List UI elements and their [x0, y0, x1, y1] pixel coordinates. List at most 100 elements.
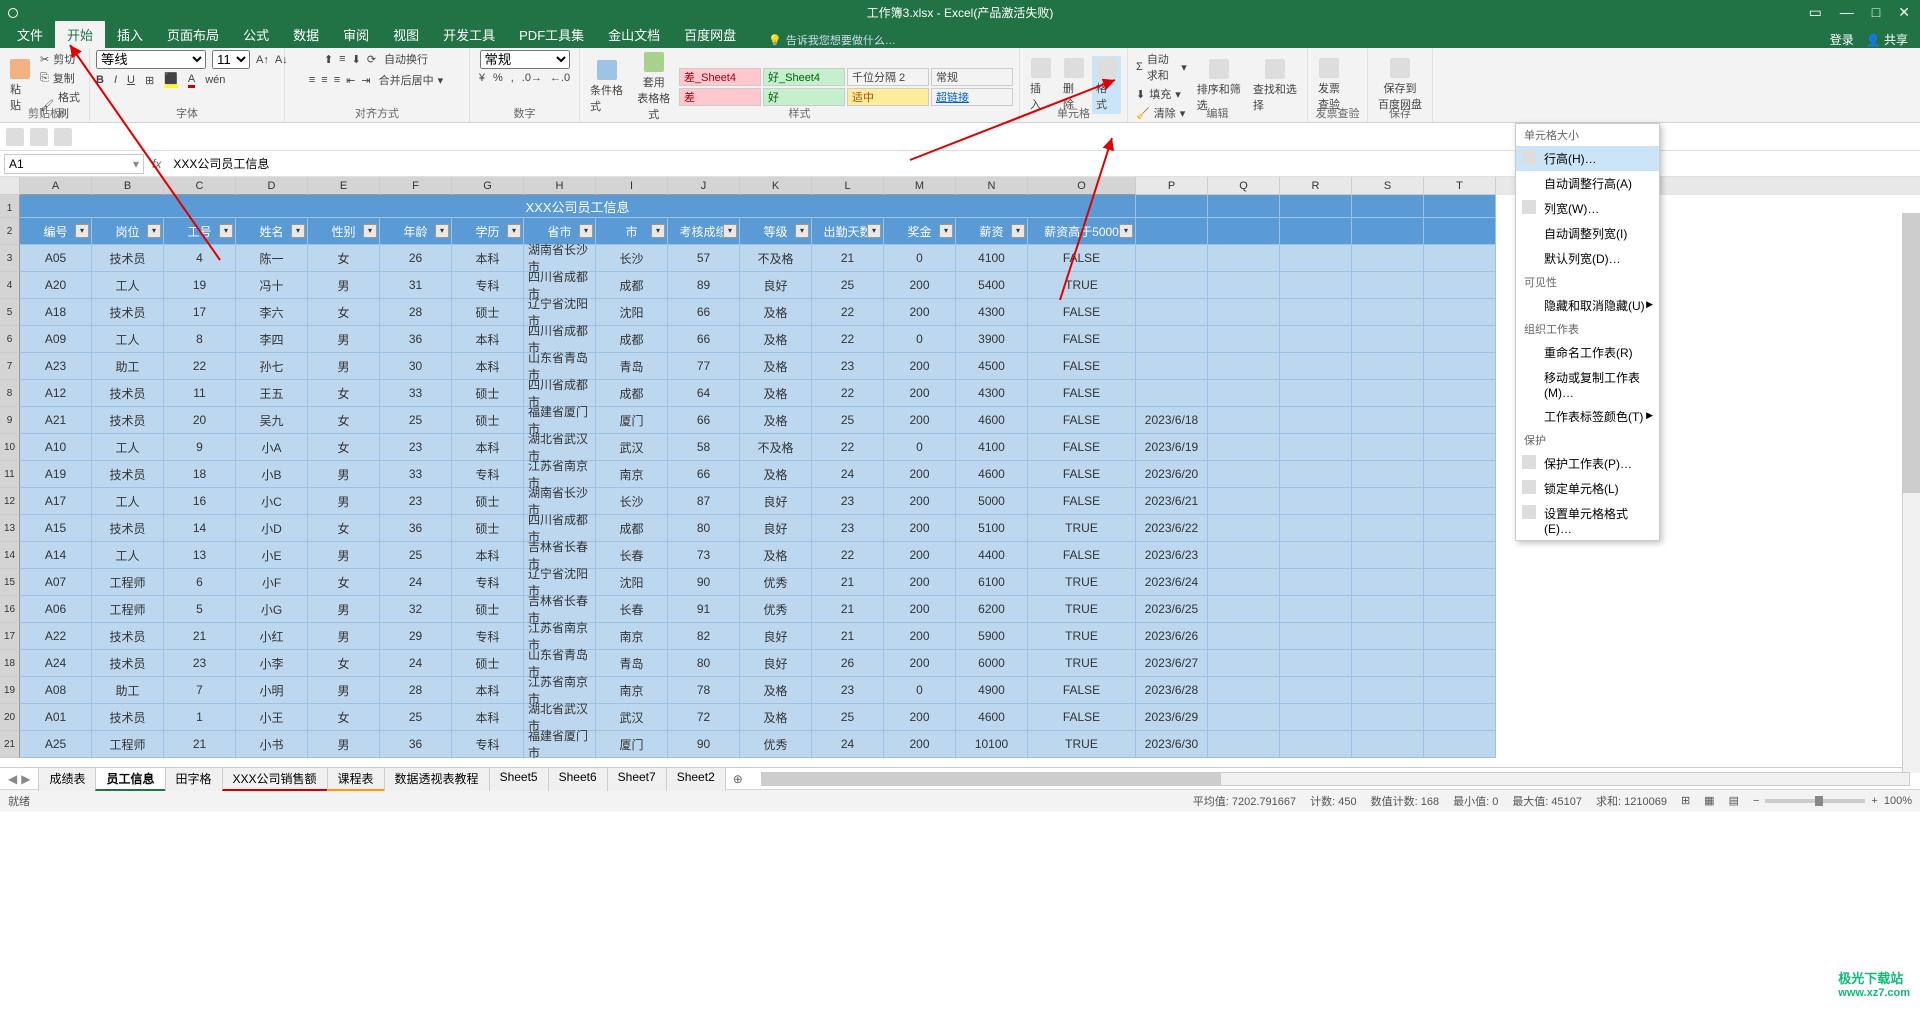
italic-button[interactable]: I [114, 74, 117, 86]
data-cell[interactable]: 23 [812, 353, 884, 380]
data-cell[interactable]: 专科 [452, 569, 524, 596]
data-cell[interactable]: 女 [308, 380, 380, 407]
data-cell[interactable]: 9 [164, 434, 236, 461]
sheet-tab[interactable]: Sheet2 [666, 767, 726, 791]
data-cell[interactable]: 南京 [596, 461, 668, 488]
data-cell[interactable]: 2023/6/26 [1136, 623, 1208, 650]
data-cell[interactable]: A10 [20, 434, 92, 461]
data-cell[interactable]: 女 [308, 515, 380, 542]
data-cell[interactable]: 男 [308, 542, 380, 569]
data-cell[interactable]: 4600 [956, 704, 1028, 731]
data-cell[interactable]: 男 [308, 272, 380, 299]
data-cell[interactable]: 本科 [452, 542, 524, 569]
data-cell[interactable]: A15 [20, 515, 92, 542]
copy-button[interactable]: ⎘复制 [38, 69, 83, 87]
filter-button[interactable]: ▾ [219, 224, 233, 238]
number-format-select[interactable]: 常规 [480, 50, 570, 69]
align-right-icon[interactable]: ≡ [334, 74, 340, 86]
view-break-icon[interactable]: ▤ [1729, 794, 1739, 807]
share-button[interactable]: 👤 共享 [1866, 31, 1908, 48]
format-cells-item[interactable]: 设置单元格格式(E)… [1516, 501, 1659, 540]
col-header-E[interactable]: E [308, 177, 380, 195]
data-cell[interactable]: A01 [20, 704, 92, 731]
data-cell[interactable]: 男 [308, 623, 380, 650]
data-cell[interactable]: 男 [308, 353, 380, 380]
data-cell[interactable]: 青岛 [596, 650, 668, 677]
data-cell[interactable]: 南京 [596, 677, 668, 704]
data-cell[interactable]: 2023/6/23 [1136, 542, 1208, 569]
data-cell[interactable]: 小C [236, 488, 308, 515]
data-cell[interactable]: 工人 [92, 326, 164, 353]
currency-icon[interactable]: ¥ [479, 72, 485, 84]
data-cell[interactable]: 4600 [956, 461, 1028, 488]
row-header[interactable]: 21 [0, 731, 20, 758]
filter-button[interactable]: ▾ [867, 224, 881, 238]
maximize-icon[interactable]: □ [1872, 4, 1880, 21]
data-cell[interactable]: A18 [20, 299, 92, 326]
data-cell[interactable]: 57 [668, 245, 740, 272]
sheet-tab[interactable]: 成绩表 [38, 767, 96, 791]
header-cell[interactable]: 奖金▾ [884, 218, 956, 245]
sheet-tab[interactable]: Sheet7 [607, 767, 667, 791]
row-header-2[interactable]: 2 [0, 218, 20, 245]
data-cell[interactable]: 77 [668, 353, 740, 380]
data-cell[interactable]: A24 [20, 650, 92, 677]
data-cell[interactable]: 2023/6/28 [1136, 677, 1208, 704]
menu-tab-6[interactable]: 审阅 [331, 21, 381, 48]
filter-button[interactable]: ▾ [651, 224, 665, 238]
data-cell[interactable]: TRUE [1028, 623, 1136, 650]
row-header[interactable]: 4 [0, 272, 20, 299]
data-cell[interactable]: 4300 [956, 299, 1028, 326]
data-cell[interactable]: 30 [380, 353, 452, 380]
filter-button[interactable]: ▾ [291, 224, 305, 238]
col-header-F[interactable]: F [380, 177, 452, 195]
header-cell[interactable]: 姓名▾ [236, 218, 308, 245]
data-cell[interactable]: 200 [884, 731, 956, 758]
auto-col-width-item[interactable]: 自动调整列宽(I) [1516, 221, 1659, 246]
zoom-out-button[interactable]: − [1753, 795, 1759, 807]
col-header-C[interactable]: C [164, 177, 236, 195]
data-cell[interactable]: A14 [20, 542, 92, 569]
cut-button[interactable]: ✂剪切 [38, 50, 83, 68]
phonetic-button[interactable]: wén [205, 74, 225, 86]
data-cell[interactable]: 200 [884, 380, 956, 407]
data-cell[interactable]: 男 [308, 326, 380, 353]
data-cell[interactable]: 硕士 [452, 407, 524, 434]
data-cell[interactable]: FALSE [1028, 461, 1136, 488]
filter-button[interactable]: ▾ [795, 224, 809, 238]
data-cell[interactable]: 本科 [452, 704, 524, 731]
data-cell[interactable]: 26 [812, 650, 884, 677]
data-cell[interactable]: 良好 [740, 272, 812, 299]
data-cell[interactable]: 沈阳 [596, 569, 668, 596]
move-copy-sheet-item[interactable]: 移动或复制工作表(M)… [1516, 365, 1659, 404]
data-cell[interactable]: 24 [812, 461, 884, 488]
data-cell[interactable]: 21 [812, 569, 884, 596]
col-header-O[interactable]: O [1028, 177, 1136, 195]
menu-tab-0[interactable]: 文件 [5, 21, 55, 48]
data-cell[interactable]: 沈阳 [596, 299, 668, 326]
data-cell[interactable]: 小B [236, 461, 308, 488]
data-cell[interactable]: 23 [380, 434, 452, 461]
data-cell[interactable]: 王五 [236, 380, 308, 407]
header-cell[interactable]: 性别▾ [308, 218, 380, 245]
row-header[interactable]: 11 [0, 461, 20, 488]
filter-button[interactable]: ▾ [723, 224, 737, 238]
data-cell[interactable]: 25 [812, 407, 884, 434]
data-cell[interactable]: 女 [308, 434, 380, 461]
col-header-N[interactable]: N [956, 177, 1028, 195]
data-cell[interactable]: 200 [884, 353, 956, 380]
data-cell[interactable]: 0 [884, 326, 956, 353]
data-cell[interactable]: 南京 [596, 623, 668, 650]
data-cell[interactable]: 66 [668, 326, 740, 353]
data-cell[interactable]: 男 [308, 677, 380, 704]
data-cell[interactable]: 2023/6/30 [1136, 731, 1208, 758]
data-cell[interactable]: 200 [884, 515, 956, 542]
data-cell[interactable]: 小明 [236, 677, 308, 704]
data-cell[interactable]: 4900 [956, 677, 1028, 704]
data-cell[interactable]: 6200 [956, 596, 1028, 623]
data-cell[interactable]: 小F [236, 569, 308, 596]
data-cell[interactable]: 吴九 [236, 407, 308, 434]
login-link[interactable]: 登录 [1830, 31, 1854, 48]
data-cell[interactable]: 80 [668, 650, 740, 677]
data-cell[interactable]: 17 [164, 299, 236, 326]
